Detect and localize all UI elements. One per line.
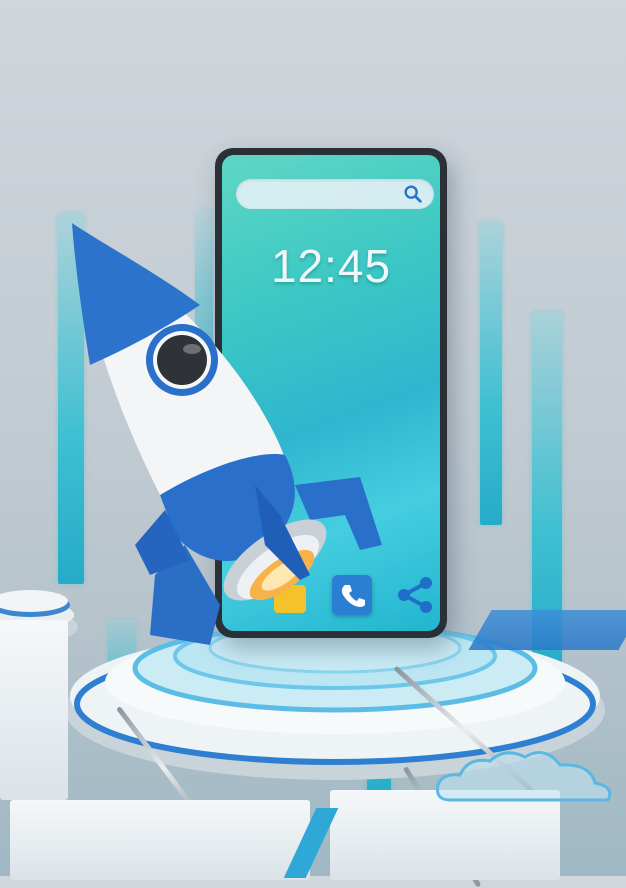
cloud-icon [436,751,612,802]
right-slab [468,610,626,650]
search-bar[interactable] [236,179,434,209]
tile-bottom-left [10,800,310,880]
rocket-icon [72,223,382,645]
bar-right-1 [480,222,502,525]
tile-left [0,620,68,800]
search-icon[interactable] [402,183,424,205]
scene: 12:45 [0,0,626,888]
share-icon[interactable] [394,573,438,617]
